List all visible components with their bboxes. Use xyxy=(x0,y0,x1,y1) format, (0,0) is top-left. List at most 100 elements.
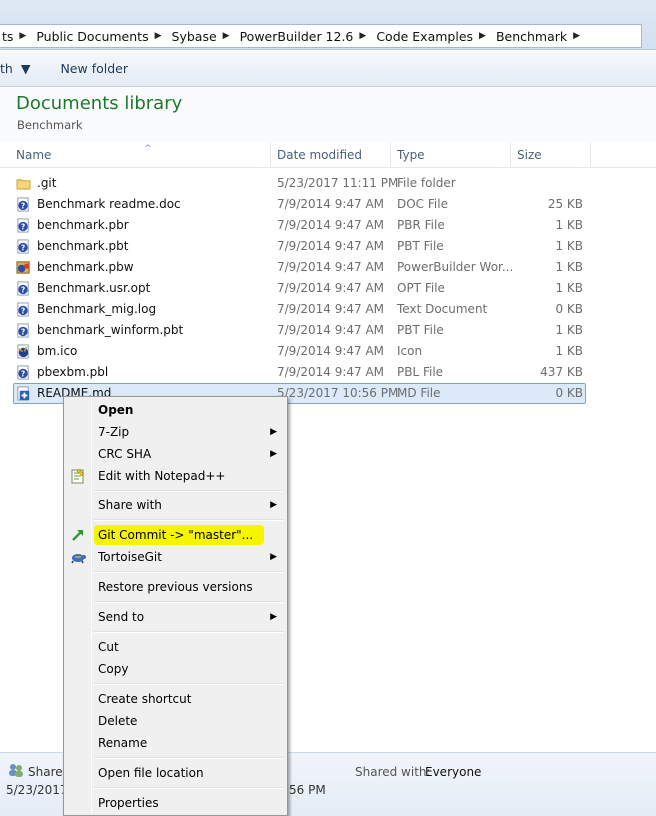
address-bar: ts ▶ Public Documents ▶ Sybase ▶ PowerBuild… xyxy=(0,0,656,50)
file-row[interactable]: ? benchmark_winform.pbt 7/9/2014 9:47 AM PB… xyxy=(0,320,656,341)
column-header-size[interactable]: Size xyxy=(511,142,591,168)
svg-text:?: ? xyxy=(21,222,25,231)
file-type: MD File xyxy=(397,386,441,400)
file-row[interactable]: .git 5/23/2017 11:11 PM File folder xyxy=(0,173,656,194)
menu-item-delete[interactable]: Delete xyxy=(66,710,285,732)
breadcrumb-item[interactable]: Code Examples ▶ xyxy=(374,25,494,47)
breadcrumb-item[interactable]: Public Documents ▶ xyxy=(34,25,169,47)
file-type: Icon xyxy=(397,344,423,358)
menu-item-cut[interactable]: Cut xyxy=(66,636,285,658)
menu-item-label: Edit with Notepad++ xyxy=(98,469,226,483)
chevron-right-icon[interactable]: ▶ xyxy=(155,31,162,41)
menu-item-label: Open xyxy=(98,403,134,417)
file-name: benchmark.pbt xyxy=(37,239,129,253)
menu-separator xyxy=(94,519,283,521)
file-date: 7/9/2014 9:47 AM xyxy=(277,239,385,253)
git-added-file-icon xyxy=(16,386,31,401)
menu-separator xyxy=(94,787,283,789)
file-size: 1 KB xyxy=(555,281,583,295)
file-row[interactable]: ? Benchmark.usr.opt 7/9/2014 9:47 AM OPT Fi… xyxy=(0,278,656,299)
file-date: 7/9/2014 9:47 AM xyxy=(277,218,385,232)
menu-item-label: Create shortcut xyxy=(98,692,192,706)
submenu-arrow-icon: ▶ xyxy=(270,427,277,437)
new-folder-button[interactable]: New folder xyxy=(60,61,128,76)
tortoisegit-icon xyxy=(71,554,86,564)
file-row[interactable]: bm.ico 7/9/2014 9:47 AM Icon 1 KB xyxy=(0,341,656,362)
file-date: 7/9/2014 9:47 AM xyxy=(277,281,385,295)
svg-text:?: ? xyxy=(21,327,25,336)
breadcrumb[interactable]: ts ▶ Public Documents ▶ Sybase ▶ PowerBuild… xyxy=(0,24,642,48)
file-name: benchmark.pbr xyxy=(37,218,129,232)
menu-item-tortoisegit[interactable]: TortoiseGit ▶ xyxy=(66,546,285,568)
menu-item-label: Properties xyxy=(98,796,159,810)
menu-separator xyxy=(94,490,283,492)
menu-separator xyxy=(94,757,283,759)
file-size: 1 KB xyxy=(555,323,583,337)
menu-item-create-shortcut[interactable]: Create shortcut xyxy=(66,688,285,710)
menu-item-crc-sha[interactable]: CRC SHA ▶ xyxy=(66,443,285,465)
menu-item-git-commit[interactable]: Git Commit -> "master"... xyxy=(66,524,285,546)
file-size: 25 KB xyxy=(547,197,583,211)
breadcrumb-item[interactable]: Sybase ▶ xyxy=(170,25,238,47)
unknown-file-icon: ? xyxy=(16,218,31,233)
file-name: Benchmark_mig.log xyxy=(37,302,157,316)
menu-item-label: Restore previous versions xyxy=(98,580,253,594)
share-with-button[interactable]: th ▼ xyxy=(0,61,30,76)
submenu-arrow-icon: ▶ xyxy=(270,552,277,562)
file-size: 0 KB xyxy=(555,386,583,400)
dropdown-caret-icon: ▼ xyxy=(20,61,31,76)
menu-item-rename[interactable]: Rename xyxy=(66,732,285,754)
menu-item-share-with[interactable]: Share with ▶ xyxy=(66,494,285,516)
file-date: 7/9/2014 9:47 AM xyxy=(277,260,385,274)
file-row[interactable]: ? benchmark.pbt 7/9/2014 9:47 AM PBT File 1 … xyxy=(0,236,656,257)
library-header: Documents library Benchmark xyxy=(0,88,656,142)
file-name: benchmark.pbw xyxy=(37,260,134,274)
chevron-right-icon[interactable]: ▶ xyxy=(223,31,230,41)
menu-separator xyxy=(94,571,283,573)
menu-item-send-to[interactable]: Send to ▶ xyxy=(66,606,285,628)
file-date: 5/23/2017 10:56 PM xyxy=(277,386,399,400)
chevron-right-icon[interactable]: ▶ xyxy=(573,31,580,41)
chevron-right-icon[interactable]: ▶ xyxy=(19,31,26,41)
menu-item-label: 7-Zip xyxy=(98,425,130,439)
menu-item-label: Send to xyxy=(98,610,145,624)
menu-item-label: CRC SHA xyxy=(98,447,152,461)
file-type: PBT File xyxy=(397,239,444,253)
column-header-label: Date modified xyxy=(277,148,363,162)
column-header-type[interactable]: Type xyxy=(391,142,511,168)
menu-item-edit-notepadpp[interactable]: Edit with Notepad++ xyxy=(66,465,285,487)
breadcrumb-item[interactable]: PowerBuilder 12.6 ▶ xyxy=(238,25,375,47)
menu-item-restore-previous[interactable]: Restore previous versions xyxy=(66,576,285,598)
menu-item-properties[interactable]: Properties xyxy=(66,792,285,814)
file-name: Benchmark readme.doc xyxy=(37,197,181,211)
breadcrumb-item[interactable]: Benchmark ▶ xyxy=(494,25,588,47)
breadcrumb-item[interactable]: ts ▶ xyxy=(0,25,34,47)
breadcrumb-label: Code Examples xyxy=(376,28,474,44)
file-size: 1 KB xyxy=(555,260,583,274)
powerbuilder-workspace-icon xyxy=(16,260,31,275)
file-date: 7/9/2014 9:47 AM xyxy=(277,197,385,211)
column-header-date[interactable]: Date modified xyxy=(271,142,391,168)
shared-with-value: Everyone xyxy=(425,765,482,779)
menu-item-open[interactable]: Open xyxy=(66,399,285,421)
menu-item-7zip[interactable]: 7-Zip ▶ xyxy=(66,421,285,443)
column-header-name[interactable]: ^ Name xyxy=(10,142,271,168)
file-row[interactable]: ? benchmark.pbr 7/9/2014 9:47 AM PBR File 1 … xyxy=(0,215,656,236)
chevron-right-icon[interactable]: ▶ xyxy=(479,31,486,41)
menu-item-open-file-location[interactable]: Open file location xyxy=(66,762,285,784)
git-commit-icon xyxy=(72,530,83,541)
svg-text:?: ? xyxy=(21,201,25,210)
unknown-file-icon: ? xyxy=(16,302,31,317)
notepadpp-icon xyxy=(71,468,85,484)
file-row[interactable]: benchmark.pbw 7/9/2014 9:47 AM PowerBuilde… xyxy=(0,257,656,278)
menu-item-copy[interactable]: Copy xyxy=(66,658,285,680)
menu-item-label: Share with xyxy=(98,498,162,512)
file-row[interactable]: ? pbexbm.pbl 7/9/2014 9:47 AM PBL File 437 K… xyxy=(0,362,656,383)
svg-text:?: ? xyxy=(21,285,25,294)
file-row[interactable]: ? Benchmark readme.doc 7/9/2014 9:47 AM DOC… xyxy=(0,194,656,215)
breadcrumb-label: ts xyxy=(2,28,14,44)
file-size: 1 KB xyxy=(555,344,583,358)
chevron-right-icon[interactable]: ▶ xyxy=(359,31,366,41)
file-row[interactable]: ? Benchmark_mig.log 7/9/2014 9:47 AM Text D… xyxy=(0,299,656,320)
svg-text:?: ? xyxy=(21,306,25,315)
